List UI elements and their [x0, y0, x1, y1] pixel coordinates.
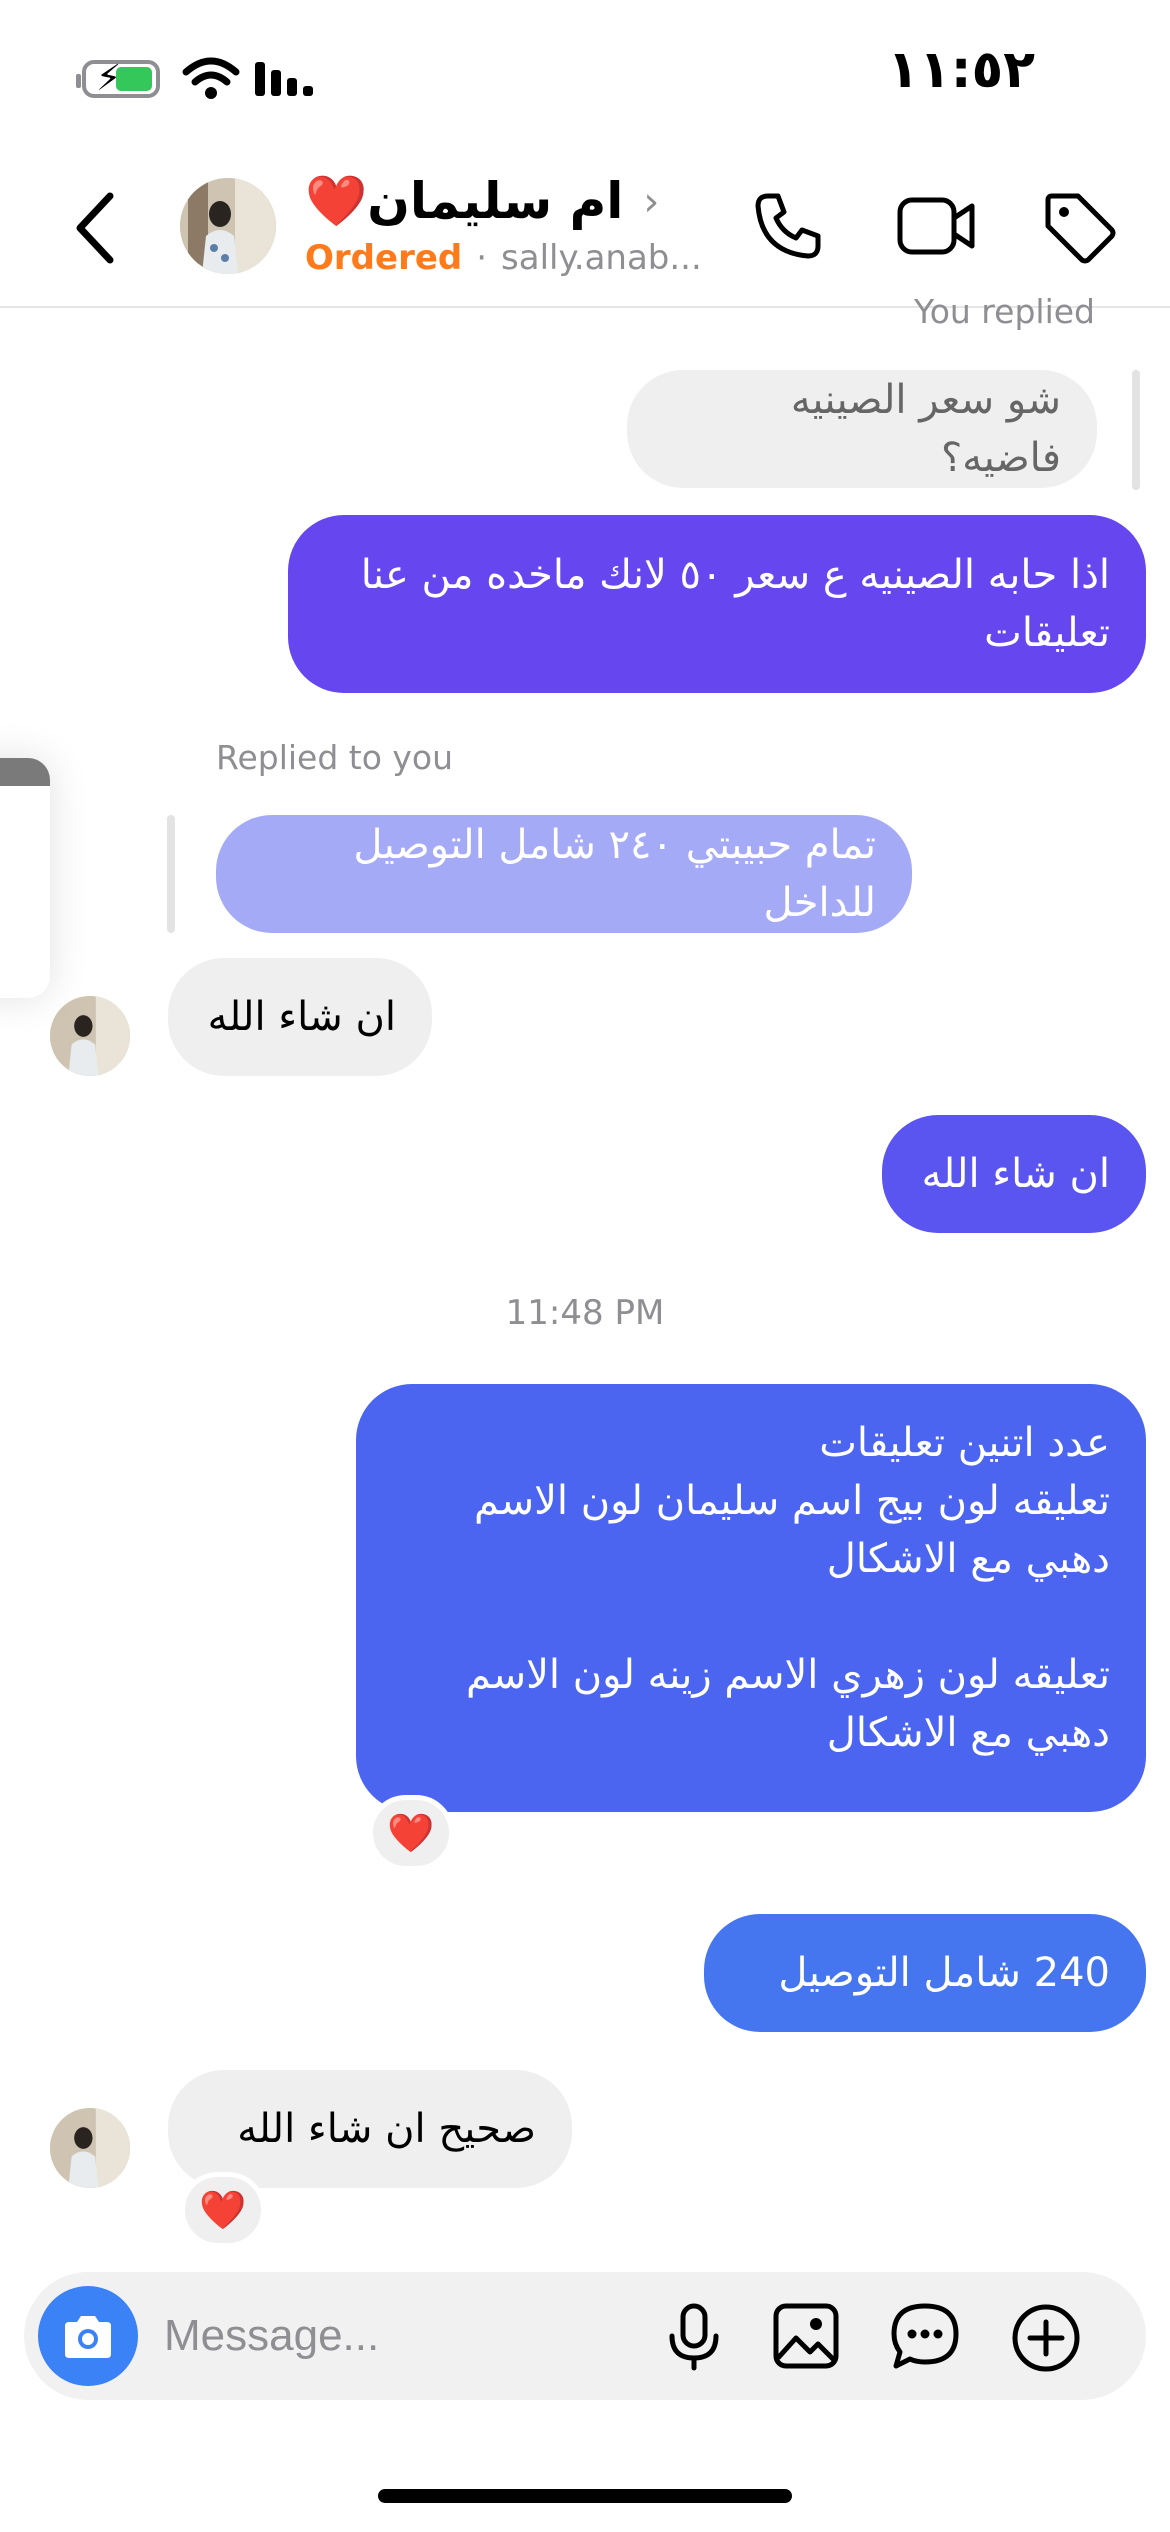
outgoing-message-bubble[interactable]: عدد اتنين تعليقات تعليقه لون بيج اسم سلي…: [356, 1384, 1146, 1812]
battery-charging-icon: ⚡: [76, 59, 160, 99]
contact-avatar-small[interactable]: [50, 996, 130, 1076]
contact-subtitle: Ordered · sally.anab...: [305, 238, 702, 278]
message-composer: [24, 2272, 1146, 2400]
camera-icon: [65, 2316, 111, 2358]
side-panel-edge: [0, 758, 50, 998]
contact-name-row[interactable]: ام سليمان❤️ ›: [305, 172, 659, 231]
incoming-message-bubble[interactable]: صحيح ان شاء الله: [168, 2070, 572, 2188]
outgoing-message-bubble[interactable]: ان شاء الله: [882, 1115, 1146, 1233]
outgoing-message-bubble[interactable]: اذا حابه الصينيه ع سعر ٥٠ لانك ماخده من …: [288, 515, 1146, 693]
separator-dot: ·: [476, 238, 488, 278]
chat-header: ام سليمان❤️ › Ordered · sally.anab...: [0, 150, 1170, 308]
back-chevron-icon[interactable]: [70, 188, 120, 268]
status-bar: ⚡ ١١:٥٢: [0, 0, 1170, 150]
wifi-icon: [182, 57, 240, 99]
contact-avatar-small[interactable]: [50, 2108, 130, 2188]
quoted-message-bubble[interactable]: شو سعر الصينيه فاضيه؟: [627, 370, 1097, 488]
video-camera-icon[interactable]: [896, 190, 976, 262]
heart-reaction-icon[interactable]: ❤️: [368, 1795, 454, 1871]
message-input[interactable]: [164, 2296, 644, 2376]
incoming-message-bubble[interactable]: ان شاء الله: [168, 958, 432, 1076]
you-replied-label: You replied: [913, 292, 1095, 331]
plus-circle-icon[interactable]: [1010, 2302, 1082, 2374]
image-icon[interactable]: [772, 2302, 840, 2370]
home-indicator[interactable]: [378, 2489, 792, 2503]
status-time: ١١:٥٢: [887, 40, 1035, 100]
chevron-right-icon: ›: [643, 178, 660, 225]
reply-indicator-bar: [1132, 370, 1140, 490]
contact-avatar[interactable]: [180, 178, 276, 274]
contact-handle: sally.anab...: [501, 238, 702, 278]
camera-button[interactable]: [38, 2286, 138, 2386]
reply-indicator-bar: [167, 815, 175, 933]
message-thread[interactable]: You replied شو سعر الصينيه فاضيه؟ اذا حا…: [0, 292, 1170, 2250]
heart-reaction-icon[interactable]: ❤️: [180, 2172, 266, 2248]
chat-bubble-icon[interactable]: [890, 2302, 960, 2370]
quoted-message-bubble[interactable]: تمام حبيبتي ٢٤٠ شامل التوصيل للداخل: [216, 815, 912, 933]
tag-icon[interactable]: [1042, 190, 1118, 266]
cellular-signal-icon: [255, 62, 313, 96]
contact-name: ام سليمان❤️: [305, 172, 624, 230]
outgoing-message-bubble[interactable]: 240 شامل التوصيل: [704, 1914, 1146, 2032]
order-status-label[interactable]: Ordered: [305, 238, 462, 278]
message-timestamp: 11:48 PM: [505, 1293, 665, 1333]
phone-icon[interactable]: [752, 190, 824, 262]
microphone-icon[interactable]: [664, 2302, 724, 2372]
replied-to-you-label: Replied to you: [216, 738, 454, 777]
